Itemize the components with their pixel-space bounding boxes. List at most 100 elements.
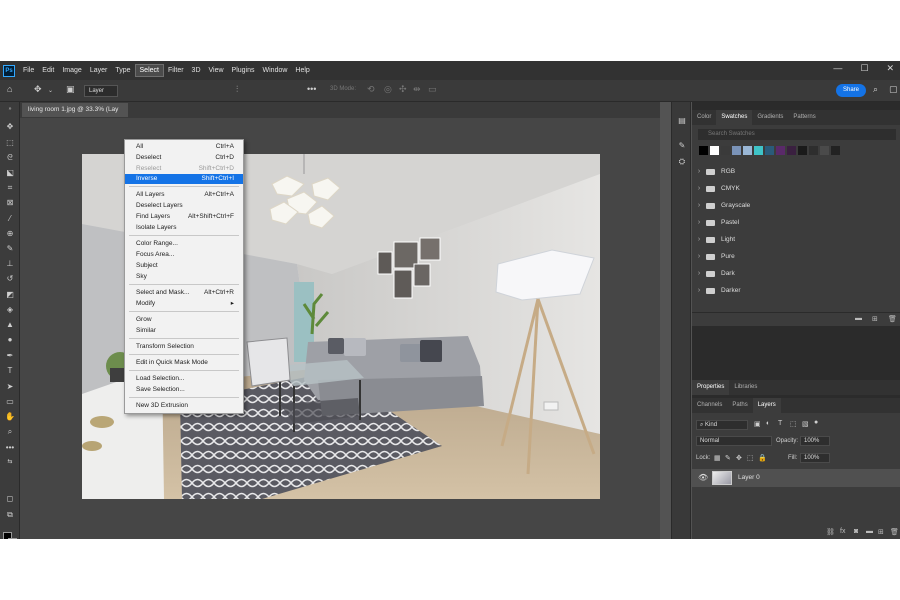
- lock-transparent-icon[interactable]: ▦: [714, 454, 721, 462]
- swatch-folder-cmyk[interactable]: › CMYK: [692, 180, 900, 197]
- lock-image-icon[interactable]: ✎: [725, 454, 731, 462]
- menu-item-load-selection[interactable]: Load Selection...: [125, 374, 243, 384]
- menu-item-deselect[interactable]: Deselect Ctrl+D: [125, 153, 243, 163]
- delete-layer-icon[interactable]: 🗑: [890, 528, 899, 536]
- menu-item-quick-mask[interactable]: Edit in Quick Mask Mode: [125, 358, 243, 368]
- color-swatch[interactable]: [809, 146, 818, 155]
- lock-all-icon[interactable]: 🔒: [758, 454, 767, 462]
- home-icon[interactable]: ⌂: [7, 84, 12, 94]
- menu-select[interactable]: Select: [134, 64, 164, 77]
- add-mask-icon[interactable]: ◙: [854, 528, 858, 535]
- brush-tool-icon[interactable]: ✎: [4, 244, 16, 254]
- filter-type-icon[interactable]: T: [778, 420, 782, 427]
- trash-icon[interactable]: 🗑: [888, 315, 897, 323]
- link-layers-icon[interactable]: ⛓: [826, 528, 835, 536]
- clone-stamp-tool-icon[interactable]: ⊥: [4, 259, 16, 269]
- swatch-folder-dark[interactable]: › Dark: [692, 265, 900, 282]
- color-swatch[interactable]: [831, 146, 840, 155]
- menu-image[interactable]: Image: [58, 65, 85, 76]
- move-tool-icon[interactable]: ✥: [4, 122, 16, 132]
- auto-select-checkbox-icon[interactable]: ▣: [66, 84, 75, 95]
- menu-item-reselect[interactable]: Reselect Shift+Ctrl+D: [125, 164, 243, 174]
- quick-mask-icon[interactable]: ◻: [4, 494, 16, 504]
- menu-item-modify[interactable]: Modify ▸: [125, 299, 243, 309]
- new-group-folder-icon[interactable]: ▬: [855, 315, 862, 322]
- slide-3d-icon[interactable]: ⇹: [413, 84, 421, 95]
- lock-artboard-icon[interactable]: ⬚: [747, 454, 754, 462]
- menu-plugins[interactable]: Plugins: [228, 65, 259, 76]
- menu-filter[interactable]: Filter: [164, 65, 188, 76]
- eyedropper-tool-icon[interactable]: ⁄: [4, 214, 16, 224]
- menu-item-new-3d-extrusion[interactable]: New 3D Extrusion: [125, 401, 243, 411]
- hand-tool-icon[interactable]: ✋: [4, 412, 16, 422]
- swap-colors-icon[interactable]: ⇆: [4, 457, 16, 467]
- filter-pixel-icon[interactable]: ▣: [754, 420, 761, 428]
- menu-item-sky[interactable]: Sky: [125, 272, 243, 282]
- move-tool-icon[interactable]: ✥: [34, 84, 42, 95]
- maximize-icon[interactable]: ☐: [860, 63, 868, 74]
- new-swatch-icon[interactable]: ⊞: [872, 315, 878, 323]
- auto-select-target-dropdown[interactable]: Layer: [84, 85, 118, 97]
- paint-bucket-tool-icon[interactable]: ◈: [4, 305, 16, 315]
- filter-toggle-icon[interactable]: ●: [814, 419, 818, 426]
- menu-3d[interactable]: 3D: [188, 65, 205, 76]
- color-swatch[interactable]: [798, 146, 807, 155]
- menu-help[interactable]: Help: [291, 65, 313, 76]
- layer-style-icon[interactable]: fx: [840, 528, 845, 535]
- swatch-folder-light[interactable]: › Light: [692, 231, 900, 248]
- layer-row[interactable]: 👁 Layer 0: [692, 469, 900, 487]
- swatch-folder-grayscale[interactable]: › Grayscale: [692, 197, 900, 214]
- eraser-tool-icon[interactable]: ◩: [4, 290, 16, 300]
- roll-3d-icon[interactable]: ◎: [384, 84, 392, 95]
- menu-item-transform-selection[interactable]: Transform Selection: [125, 342, 243, 352]
- menu-item-inverse[interactable]: Inverse Shift+Ctrl+I: [125, 174, 243, 184]
- menu-item-save-selection[interactable]: Save Selection...: [125, 385, 243, 395]
- chevron-down-icon[interactable]: ⌄: [48, 87, 53, 94]
- menu-item-find-layers[interactable]: Find Layers Alt+Shift+Ctrl+F: [125, 212, 243, 222]
- filter-smart-object-icon[interactable]: ▧: [802, 420, 809, 428]
- layer-name[interactable]: Layer 0: [738, 474, 760, 481]
- color-swatch[interactable]: [754, 146, 763, 155]
- color-swatch[interactable]: [710, 146, 719, 155]
- scale-3d-icon[interactable]: ▭: [428, 84, 437, 95]
- type-tool-icon[interactable]: T: [4, 366, 16, 376]
- menu-item-similar[interactable]: Similar: [125, 326, 243, 336]
- menu-type[interactable]: Type: [111, 65, 134, 76]
- more-tools-icon[interactable]: •••: [4, 443, 16, 453]
- layer-filter-kind-dropdown[interactable]: ⌕ Kind: [696, 420, 748, 430]
- adjustments-panel-icon[interactable]: ⛭: [677, 157, 687, 167]
- color-swatch[interactable]: [820, 146, 829, 155]
- tab-swatches[interactable]: Swatches: [716, 110, 753, 125]
- new-layer-icon[interactable]: ⊞: [878, 528, 884, 536]
- orbit-3d-icon[interactable]: ⟲: [367, 84, 375, 95]
- healing-brush-tool-icon[interactable]: ⊕: [4, 229, 16, 239]
- menu-layer[interactable]: Layer: [86, 65, 112, 76]
- lock-position-icon[interactable]: ✥: [736, 454, 742, 462]
- menu-item-subject[interactable]: Subject: [125, 261, 243, 271]
- menu-window[interactable]: Window: [259, 65, 292, 76]
- brush-settings-icon[interactable]: ✎: [677, 141, 687, 150]
- tab-channels[interactable]: Channels: [692, 398, 727, 413]
- tab-paths[interactable]: Paths: [727, 398, 752, 413]
- swatches-search-input[interactable]: Search Swatches: [698, 129, 896, 140]
- swatch-folder-rgb[interactable]: › RGB: [692, 163, 900, 180]
- filter-shape-icon[interactable]: ⬚: [790, 420, 797, 428]
- menu-item-color-range[interactable]: Color Range...: [125, 239, 243, 249]
- drag-3d-icon[interactable]: ✣: [399, 84, 407, 95]
- tab-gradients[interactable]: Gradients: [752, 110, 788, 125]
- dodge-tool-icon[interactable]: ●: [4, 335, 16, 345]
- menu-item-select-and-mask[interactable]: Select and Mask... Alt+Ctrl+R: [125, 288, 243, 298]
- background-color-swatch[interactable]: [8, 538, 17, 539]
- close-icon[interactable]: ✕: [886, 63, 894, 74]
- menu-edit[interactable]: Edit: [38, 65, 58, 76]
- eye-visibility-icon[interactable]: 👁: [698, 473, 708, 482]
- opacity-input[interactable]: 100%: [800, 436, 830, 446]
- menu-item-isolate-layers[interactable]: Isolate Layers: [125, 223, 243, 233]
- minimize-icon[interactable]: —: [833, 63, 842, 74]
- screen-mode-icon[interactable]: ⧉: [4, 510, 16, 520]
- color-swatch[interactable]: [699, 146, 708, 155]
- lasso-tool-icon[interactable]: ᘓ: [4, 153, 16, 163]
- color-swatch[interactable]: [732, 146, 741, 155]
- color-swatch[interactable]: [765, 146, 774, 155]
- menu-item-grow[interactable]: Grow: [125, 315, 243, 325]
